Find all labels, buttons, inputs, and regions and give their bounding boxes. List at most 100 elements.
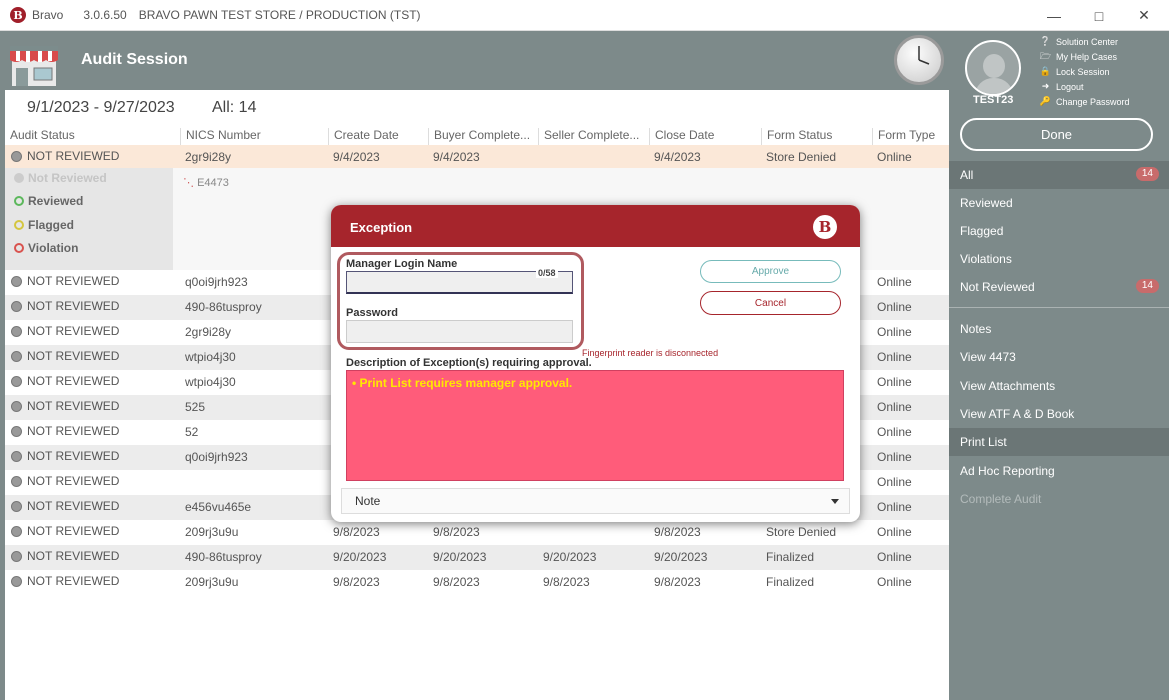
description-label: Description of Exception(s) requiring ap… [346, 357, 592, 369]
audit-status-options: Not Reviewed Reviewed Flagged Violation [5, 168, 173, 270]
note-dropdown[interactable]: Note [341, 488, 850, 514]
filter-list: All 14 Reviewed Flagged Violations Not Re… [949, 161, 1169, 301]
cell-nics: wtpio4j30 [185, 350, 236, 364]
attachment-link[interactable]: ⋱ E4473 [183, 176, 229, 189]
status-circle-icon [11, 476, 22, 487]
filter-reviewed[interactable]: Reviewed [949, 189, 1169, 217]
col-create-date[interactable]: Create Date [328, 128, 428, 145]
close-icon[interactable]: ✕ [1121, 0, 1167, 31]
filter-violations[interactable]: Violations [949, 245, 1169, 273]
cell-create: 9/20/2023 [333, 550, 387, 564]
option-reviewed[interactable]: Reviewed [14, 194, 83, 208]
cell-form-type: Online [877, 550, 912, 564]
logout-icon: ➜ [1041, 81, 1050, 91]
cell-audit-status: NOT REVIEWED [27, 474, 120, 488]
col-buyer-complete[interactable]: Buyer Complete... [428, 128, 538, 145]
action-notes[interactable]: Notes [949, 315, 1169, 343]
link-lock-session[interactable]: 🔒 Lock Session [1040, 64, 1130, 79]
link-solution-center[interactable]: ❔ Solution Center [1040, 34, 1130, 49]
chevron-down-icon [831, 499, 839, 504]
action-view-atf-book[interactable]: View ATF A & D Book [949, 400, 1169, 428]
action-ad-hoc-reporting[interactable]: Ad Hoc Reporting [949, 456, 1169, 484]
col-seller-complete[interactable]: Seller Complete... [538, 128, 649, 145]
action-view-4473[interactable]: View 4473 [949, 343, 1169, 371]
app-name: Bravo [32, 8, 64, 22]
cell-form-status: Finalized [766, 550, 815, 564]
cell-nics: 525 [185, 400, 206, 414]
status-circle-icon [14, 196, 24, 206]
cell-audit-status: NOT REVIEWED [27, 449, 120, 463]
done-button[interactable]: Done [960, 118, 1153, 151]
cell-buyer: 9/20/2023 [433, 550, 487, 564]
status-circle-icon [11, 151, 22, 162]
col-form-status[interactable]: Form Status [761, 128, 872, 145]
action-view-attachments[interactable]: View Attachments [949, 372, 1169, 400]
cell-create: 9/8/2023 [333, 525, 380, 539]
option-not-reviewed[interactable]: Not Reviewed [14, 171, 107, 185]
action-complete-audit: Complete Audit [960, 491, 1042, 506]
col-audit-status[interactable]: Audit Status [5, 128, 175, 145]
cell-create: 9/4/2023 [333, 150, 380, 164]
table-row[interactable]: NOT REVIEWED 209rj3u9u 9/8/2023 9/8/2023 9/8… [5, 520, 949, 545]
count-badge: 14 [1135, 167, 1159, 181]
cell-audit-status: NOT REVIEWED [27, 274, 120, 288]
cell-nics: 490-86tusproy [185, 300, 262, 314]
key-icon: 🔑 [1039, 96, 1052, 106]
sidebar-divider [949, 307, 1169, 308]
password-label: Password [346, 307, 398, 319]
col-form-type[interactable]: Form Type [872, 128, 949, 145]
avatar[interactable] [965, 40, 1021, 96]
cell-form-type: Online [877, 150, 912, 164]
status-circle-icon [11, 301, 22, 312]
status-circle-icon [11, 551, 22, 562]
all-count: All: 14 [212, 99, 257, 116]
approve-button[interactable]: Approve [700, 260, 841, 283]
status-circle-icon [11, 276, 22, 287]
option-flagged[interactable]: Flagged [14, 218, 74, 232]
cell-nics: q0oi9jrh923 [185, 275, 248, 289]
col-nics-number[interactable]: NICS Number [180, 128, 328, 145]
cell-create: 9/8/2023 [333, 575, 380, 589]
filter-all[interactable]: All 14 [949, 161, 1169, 189]
pdf-icon: ⋱ [183, 177, 194, 189]
password-input[interactable] [346, 320, 573, 343]
cell-form-type: Online [877, 525, 912, 539]
minimize-icon[interactable]: — [1031, 0, 1077, 31]
maximize-icon[interactable]: □ [1076, 0, 1122, 31]
table-row[interactable]: NOT REVIEWED 209rj3u9u 9/8/2023 9/8/2023 9/8… [5, 570, 949, 595]
char-counter: 0/58 [536, 268, 558, 278]
cell-close: 9/8/2023 [654, 575, 701, 589]
status-circle-icon [11, 501, 22, 512]
status-circle-icon [11, 376, 22, 387]
exception-dialog: Exception B Manager Login Name 0/58 Pass… [331, 205, 860, 522]
cell-seller: 9/8/2023 [543, 575, 590, 589]
filter-label: All [960, 168, 974, 182]
cell-form-type: Online [877, 500, 912, 514]
app-version: 3.0.6.50 [83, 8, 127, 22]
cell-seller: 9/20/2023 [543, 550, 597, 564]
cell-form-type: Online [877, 275, 912, 289]
link-logout[interactable]: ➜ Logout [1040, 79, 1130, 94]
option-violation[interactable]: Violation [14, 241, 78, 255]
cell-audit-status: NOT REVIEWED [27, 549, 120, 563]
header: Audit Session [0, 31, 949, 90]
cancel-button[interactable]: Cancel [700, 291, 841, 315]
link-my-help-cases[interactable]: 🗁 My Help Cases [1040, 49, 1130, 64]
table-row[interactable]: NOT REVIEWED 490-86tusproy 9/20/2023 9/20/2… [5, 545, 949, 570]
cell-audit-status: NOT REVIEWED [27, 524, 120, 538]
filter-label: Violations [960, 252, 1012, 266]
filter-not-reviewed[interactable]: Not Reviewed 14 [949, 273, 1169, 301]
description-box: • Print List requires manager approval. [346, 370, 844, 481]
link-change-password[interactable]: 🔑 Change Password [1040, 94, 1130, 109]
action-print-list[interactable]: Print List [949, 428, 1169, 457]
help-icon: ❔ [1039, 36, 1052, 46]
cell-audit-status: NOT REVIEWED [27, 149, 120, 163]
col-close-date[interactable]: Close Date [649, 128, 761, 145]
cell-audit-status: NOT REVIEWED [27, 299, 120, 313]
cell-form-type: Online [877, 400, 912, 414]
table-row[interactable]: NOT REVIEWED 2gr9i28y 9/4/2023 9/4/2023 9/4/… [5, 145, 949, 170]
filter-flagged[interactable]: Flagged [949, 217, 1169, 245]
cell-form-status: Finalized [766, 575, 815, 589]
status-circle-icon [11, 326, 22, 337]
cell-nics: 52 [185, 425, 199, 439]
